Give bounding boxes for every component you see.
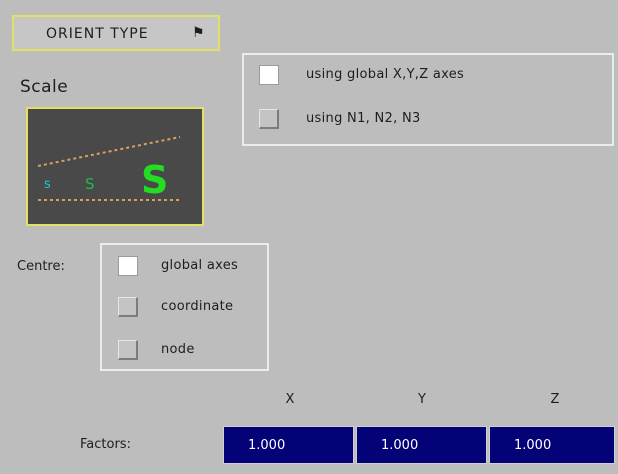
z-factor-field[interactable]: 1.000 (489, 426, 615, 464)
centre-node-checkbox[interactable] (118, 340, 138, 360)
orient-type-button[interactable]: ORIENT TYPE ⚑ (12, 15, 220, 51)
global-axes-orient-checkbox[interactable] (259, 65, 279, 85)
scale-panel: ORIENT TYPE ⚑ Scale s S S using global X… (0, 0, 618, 474)
medium-letter: S (85, 175, 95, 193)
scale-preview-graphic: s S S (37, 136, 181, 202)
z-axis-header: Z (550, 392, 560, 407)
x-axis-header: X (285, 392, 295, 407)
x-factor-field[interactable]: 1.000 (223, 426, 354, 464)
centre-coordinate-checkbox[interactable] (118, 297, 138, 317)
orient-type-label: ORIENT TYPE (46, 26, 149, 42)
global-axes-orient-label: using global X,Y,Z axes (306, 67, 465, 82)
centre-global-axes-label: global axes (161, 258, 239, 273)
y-factor-field[interactable]: 1.000 (356, 426, 487, 464)
centre-label: Centre: (17, 259, 65, 274)
scale-label: Scale (20, 77, 69, 97)
n1n2n3-orient-label: using N1, N2, N3 (306, 111, 421, 126)
flag-arrow-icon: ⚑ (192, 25, 206, 41)
small-letter: s (44, 177, 51, 192)
factors-label: Factors: (80, 437, 131, 452)
centre-node-label: node (161, 342, 195, 357)
centre-coordinate-label: coordinate (161, 299, 234, 314)
y-axis-header: Y (418, 392, 426, 407)
large-letter: S (141, 158, 168, 202)
scale-preview: s S S (26, 107, 204, 226)
n1n2n3-orient-checkbox[interactable] (259, 109, 279, 129)
centre-global-axes-checkbox[interactable] (118, 256, 138, 276)
